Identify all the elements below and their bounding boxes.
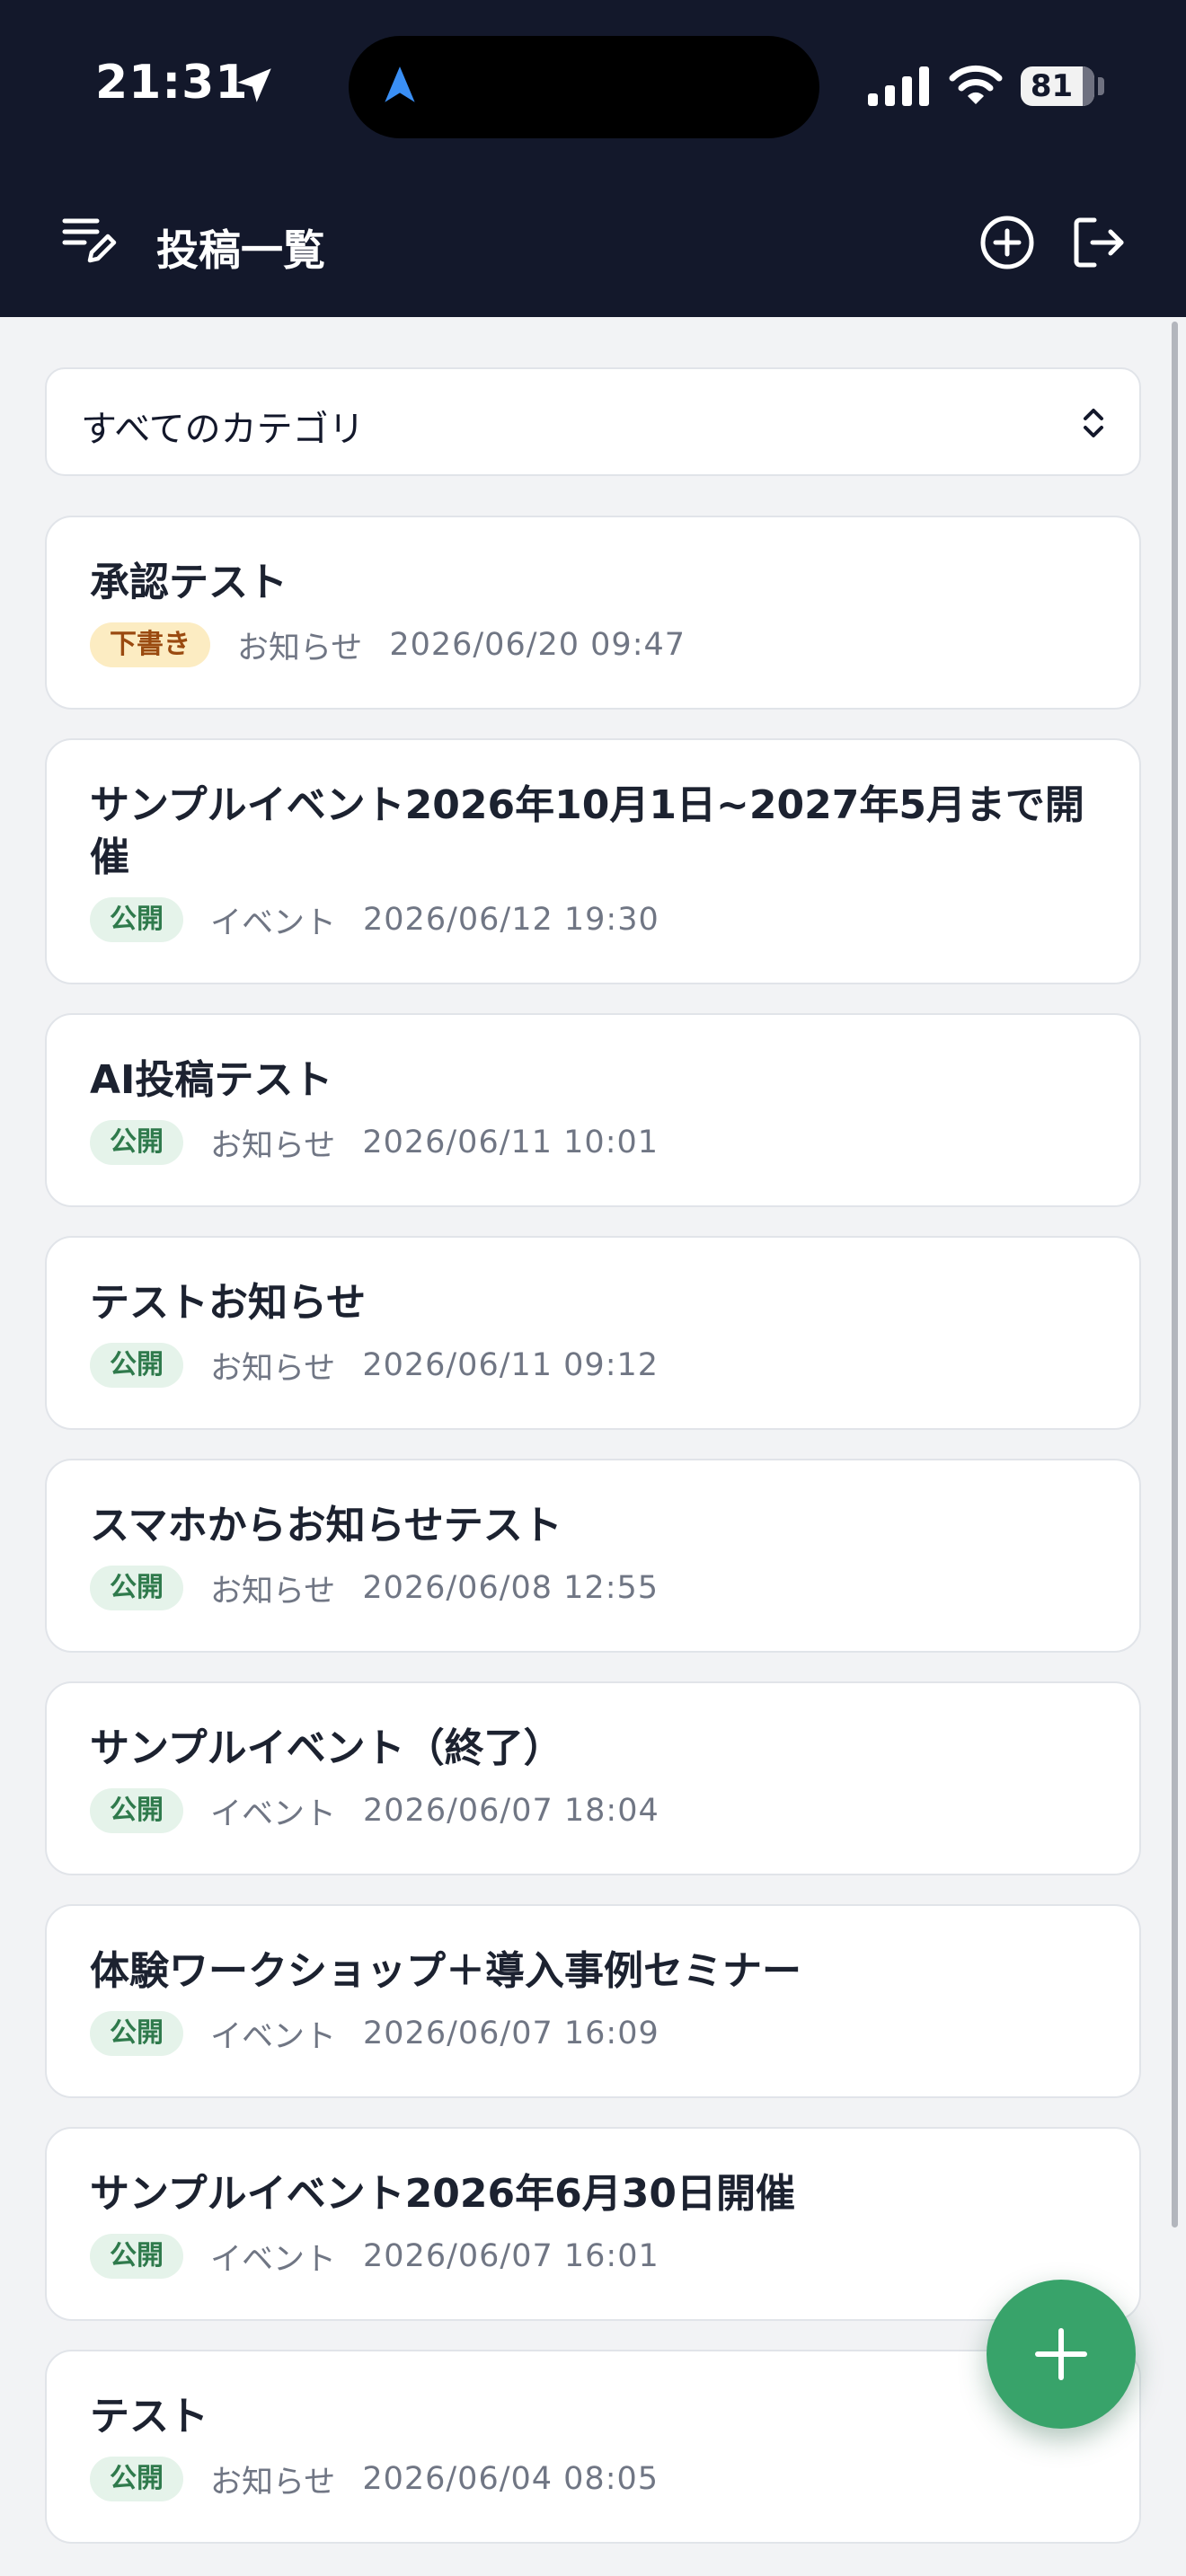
post-meta: 公開 お知らせ 2026/06/08 12:55	[90, 1565, 1096, 1611]
battery-empty-portion	[1083, 66, 1094, 106]
chevron-up-down-icon	[1084, 409, 1103, 437]
post-meta: 公開 お知らせ 2026/06/04 08:05	[90, 2456, 1096, 2502]
add-circle-icon[interactable]	[979, 215, 1035, 270]
post-meta: 公開 イベント 2026/06/07 16:01	[90, 2233, 1096, 2280]
status-badge: 公開	[90, 1788, 183, 1833]
status-badge: 公開	[90, 1120, 183, 1165]
post-category: イベント	[210, 1795, 337, 1832]
status-badge: 公開	[90, 897, 183, 942]
post-category: イベント	[210, 904, 337, 941]
post-date: 2026/06/08 12:55	[362, 1570, 659, 1606]
scrollbar[interactable]	[1172, 322, 1178, 2228]
category-select-value: すべてのカテゴリ	[81, 409, 365, 450]
post-card[interactable]: サンプルイベント（終了） 公開 イベント 2026/06/07 18:04	[45, 1681, 1141, 1875]
page-title: 投稿一覧	[156, 226, 325, 276]
post-category: お知らせ	[210, 1127, 336, 1164]
post-card[interactable]: AI投稿テスト 公開 お知らせ 2026/06/11 10:01	[45, 1013, 1141, 1207]
post-title: AI投稿テスト	[90, 1057, 333, 1103]
navigation-arrow-icon	[385, 66, 415, 102]
post-category: お知らせ	[210, 1350, 336, 1387]
post-category: イベント	[210, 2018, 337, 2055]
status-time: 21:31	[95, 56, 249, 110]
menu-edit-icon[interactable]	[61, 216, 117, 266]
post-title: テストお知らせ	[90, 1280, 367, 1326]
post-meta: 公開 イベント 2026/06/12 19:30	[90, 896, 1096, 943]
category-select[interactable]: すべてのカテゴリ	[45, 367, 1141, 476]
post-date: 2026/06/07 18:04	[363, 1793, 659, 1829]
post-card[interactable]: 承認テスト 下書き お知らせ 2026/06/20 09:47	[45, 516, 1141, 710]
location-arrow-icon	[237, 68, 271, 102]
status-badge: 公開	[90, 1566, 183, 1610]
post-card[interactable]: スマホからお知らせテスト 公開 お知らせ 2026/06/08 12:55	[45, 1459, 1141, 1653]
post-meta: 公開 お知らせ 2026/06/11 09:12	[90, 1342, 1096, 1389]
post-meta: 下書き お知らせ 2026/06/20 09:47	[90, 622, 1096, 668]
post-title: 体験ワークショップ＋導入事例セミナー	[90, 1948, 801, 1994]
post-date: 2026/06/11 10:01	[362, 1125, 659, 1160]
post-title: テスト	[90, 2394, 208, 2439]
post-category: お知らせ	[237, 630, 363, 666]
post-meta: 公開 お知らせ 2026/06/11 10:01	[90, 1119, 1096, 1166]
post-card[interactable]: 体験ワークショップ＋導入事例セミナー 公開 イベント 2026/06/07 16…	[45, 1904, 1141, 2098]
post-date: 2026/06/12 19:30	[363, 902, 659, 938]
post-list: 承認テスト 下書き お知らせ 2026/06/20 09:47 サンプルイベント…	[45, 516, 1141, 2572]
logout-icon[interactable]	[1071, 215, 1127, 270]
post-date: 2026/06/07 16:09	[363, 2016, 659, 2051]
battery-indicator: 81	[1021, 66, 1094, 106]
status-badge: 公開	[90, 2234, 183, 2279]
battery-level: 81	[1030, 68, 1074, 104]
plus-icon	[1035, 2328, 1087, 2380]
post-title: サンプルイベント2026年6月30日開催	[90, 2171, 795, 2217]
status-badge: 公開	[90, 2457, 183, 2501]
battery-tip	[1098, 77, 1104, 95]
post-category: お知らせ	[210, 2464, 336, 2501]
app-header: 21:31 81 投稿一覧	[0, 0, 1186, 317]
post-title: スマホからお知らせテスト	[90, 1503, 562, 1548]
post-category: お知らせ	[210, 1573, 336, 1610]
status-badge: 公開	[90, 2011, 183, 2056]
post-title: サンプルイベント（終了）	[90, 1725, 563, 1771]
post-title: サンプルイベント2026年10月1日~2027年5月まで開催	[90, 782, 1084, 880]
post-card[interactable]: テスト 公開 お知らせ 2026/06/04 08:05	[45, 2350, 1141, 2544]
post-date: 2026/06/11 09:12	[362, 1347, 659, 1383]
status-badge: 下書き	[90, 622, 210, 667]
post-date: 2026/06/07 16:01	[363, 2238, 659, 2274]
wifi-icon	[949, 65, 1003, 104]
post-date: 2026/06/04 08:05	[362, 2461, 659, 2497]
post-category: イベント	[210, 2241, 337, 2278]
floating-add-button[interactable]	[987, 2280, 1136, 2429]
post-meta: 公開 イベント 2026/06/07 18:04	[90, 1787, 1096, 1834]
post-title: 承認テスト	[90, 560, 288, 605]
post-card[interactable]: サンプルイベント2026年10月1日~2027年5月まで開催 公開 イベント 2…	[45, 738, 1141, 984]
post-card[interactable]: サンプルイベント2026年6月30日開催 公開 イベント 2026/06/07 …	[45, 2127, 1141, 2321]
post-meta: 公開 イベント 2026/06/07 16:09	[90, 2010, 1096, 2057]
post-date: 2026/06/20 09:47	[389, 627, 686, 663]
cellular-signal-icon	[868, 66, 929, 106]
status-badge: 公開	[90, 1343, 183, 1388]
post-card[interactable]: テストお知らせ 公開 お知らせ 2026/06/11 09:12	[45, 1236, 1141, 1430]
